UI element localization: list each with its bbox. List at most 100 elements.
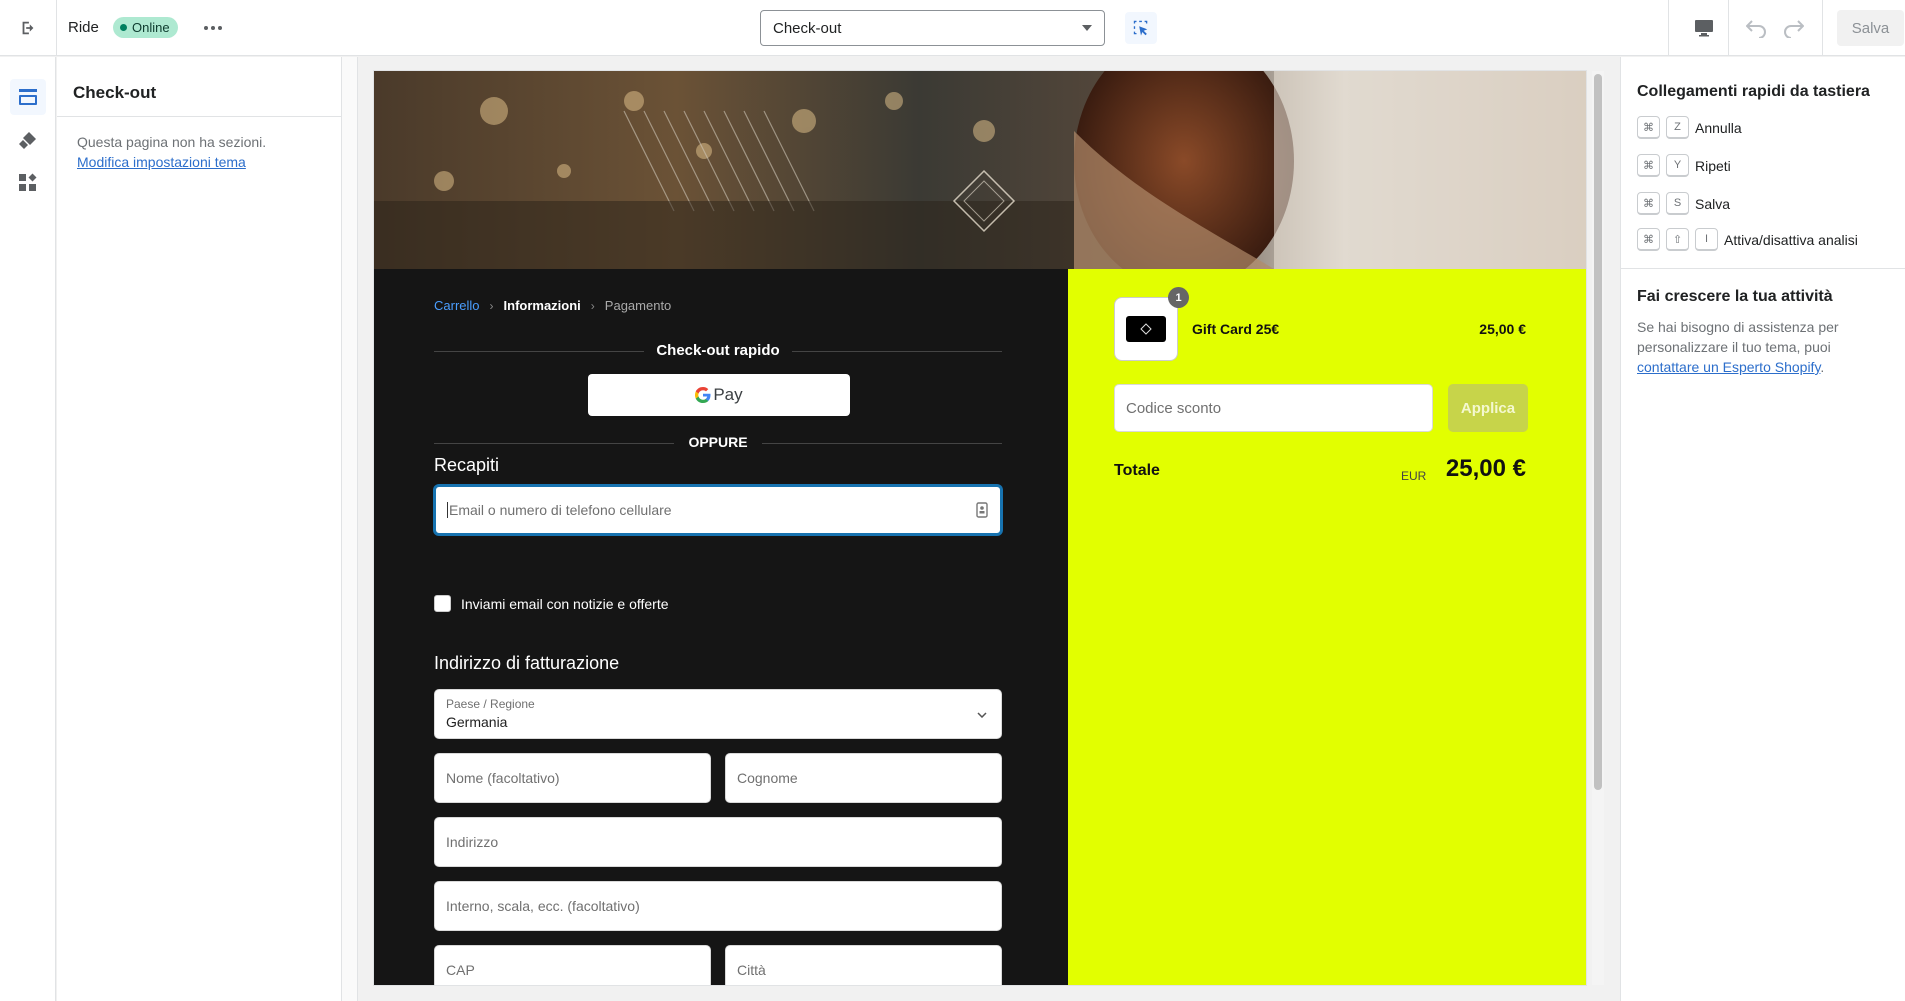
chevron-right-icon: › — [590, 298, 595, 313]
google-g-icon — [695, 387, 711, 403]
theme-settings-icon — [19, 132, 36, 149]
grow-description: Se hai bisogno di assistenza per persona… — [1637, 319, 1839, 355]
more-actions-button[interactable] — [200, 16, 226, 40]
country-select[interactable]: Paese / Regione Germania — [434, 689, 1002, 739]
period: . — [1820, 359, 1825, 375]
contact-heading: Recapiti — [434, 455, 500, 475]
online-dot-icon — [120, 24, 127, 31]
desktop-icon — [1695, 20, 1713, 37]
top-bar: Ride Online Check-out Salva — [0, 0, 1905, 56]
banner-photo — [374, 71, 1586, 269]
z-key: Z — [1666, 116, 1689, 139]
sections-button[interactable] — [10, 79, 46, 115]
city-field[interactable]: Città — [725, 945, 1002, 985]
nav-rail — [0, 57, 56, 1001]
zip-placeholder: CAP — [446, 962, 475, 978]
text-caret — [447, 502, 448, 518]
total-value: 25,00 € — [1445, 455, 1526, 482]
right-panel: Collegamenti rapidi da tastiera ⌘ Z Annu… — [1620, 57, 1905, 1001]
cmd-key: ⌘ — [1637, 116, 1660, 139]
billing-heading: Indirizzo di fatturazione — [434, 653, 620, 673]
breadcrumb: Carrello › Informazioni › Pagamento — [434, 298, 671, 313]
product-thumbnail — [1114, 297, 1178, 361]
email-field[interactable]: Email o numero di telefono cellulare — [434, 485, 1002, 535]
divider — [1621, 268, 1905, 269]
zip-field[interactable]: CAP — [434, 945, 711, 985]
gift-card-icon — [1126, 316, 1166, 342]
sidebar-title: Check-out — [73, 83, 157, 102]
inspector-icon — [1133, 20, 1148, 36]
address2-placeholder: Interno, scala, ecc. (facoltativo) — [446, 898, 640, 914]
status-label: Online — [132, 20, 170, 35]
shopify-expert-link[interactable]: contattare un Esperto Shopify — [1637, 359, 1820, 375]
shortcut-redo: ⌘ Y Ripeti — [1637, 154, 1731, 177]
email-placeholder: Email o numero di telefono cellulare — [449, 502, 672, 518]
address-field[interactable]: Indirizzo — [434, 817, 1002, 867]
store-name: Ride — [68, 19, 99, 36]
divider — [56, 0, 57, 56]
divider — [1728, 0, 1729, 56]
divider — [1668, 0, 1669, 56]
theme-settings-link[interactable]: Modifica impostazioni tema — [77, 154, 246, 170]
apps-button[interactable] — [10, 165, 46, 201]
address-placeholder: Indirizzo — [446, 834, 499, 850]
shortcut-label: Salva — [1695, 195, 1731, 212]
discount-code-field[interactable]: Codice sconto — [1114, 384, 1433, 432]
newsletter-checkbox[interactable] — [434, 595, 451, 612]
divider — [57, 116, 342, 117]
google-pay-label: Pay — [713, 385, 743, 404]
country-label: Paese / Regione — [446, 697, 535, 711]
more-icon — [204, 26, 222, 30]
total-label: Totale — [1114, 462, 1160, 479]
first-name-placeholder: Nome (facoltativo) — [446, 770, 560, 786]
apps-icon — [19, 173, 37, 191]
save-button[interactable]: Salva — [1837, 10, 1904, 46]
express-checkout-title: Check-out rapido — [434, 342, 1002, 359]
shift-key: ⇧ — [1666, 228, 1689, 251]
desktop-preview-button[interactable] — [1690, 14, 1718, 42]
address2-field[interactable]: Interno, scala, ecc. (facoltativo) — [434, 881, 1002, 931]
sidebar: Check-out Questa pagina non ha sezioni. … — [57, 57, 342, 1001]
apply-discount-button[interactable]: Applica — [1448, 384, 1528, 432]
banner-image — [374, 71, 1586, 269]
exit-button[interactable] — [14, 14, 42, 42]
product-price: 25,00 € — [1479, 321, 1526, 337]
shortcut-inspector: ⌘ ⇧ I Attiva/disattiva analisi — [1637, 228, 1858, 251]
cmd-key: ⌘ — [1637, 228, 1660, 251]
preview-scrollbar-thumb[interactable] — [1594, 74, 1602, 790]
checkout-preview: Carrello › Informazioni › Pagamento Chec… — [374, 71, 1586, 985]
redo-icon — [1784, 20, 1804, 38]
page-select-value: Check-out — [773, 19, 842, 37]
newsletter-row: Inviami email con notizie e offerte — [434, 595, 669, 612]
shortcut-undo: ⌘ Z Annulla — [1637, 116, 1742, 139]
breadcrumb-information: Informazioni — [503, 298, 581, 313]
undo-button[interactable] — [1743, 14, 1771, 42]
grow-text: Se hai bisogno di assistenza per persona… — [1637, 317, 1887, 377]
sidebar-scrollbar[interactable] — [342, 57, 358, 1001]
shortcut-label: Attiva/disattiva analisi — [1724, 231, 1858, 248]
shortcut-label: Ripeti — [1695, 157, 1731, 174]
first-name-field[interactable]: Nome (facoltativo) — [434, 753, 711, 803]
s-key: S — [1666, 192, 1689, 215]
inspector-button[interactable] — [1125, 12, 1157, 44]
chevron-down-icon — [977, 712, 987, 718]
contact-card-icon — [976, 502, 988, 518]
redo-button[interactable] — [1779, 14, 1807, 42]
breadcrumb-cart[interactable]: Carrello — [434, 298, 480, 313]
i-key: I — [1695, 228, 1718, 251]
page-select[interactable]: Check-out — [760, 10, 1105, 46]
grow-title: Fai crescere la tua attività — [1637, 288, 1833, 305]
undo-icon — [1746, 20, 1766, 38]
last-name-field[interactable]: Cognome — [725, 753, 1002, 803]
last-name-placeholder: Cognome — [737, 770, 798, 786]
y-key: Y — [1666, 154, 1689, 177]
theme-settings-button[interactable] — [10, 122, 46, 158]
chevron-right-icon: › — [489, 298, 494, 313]
cmd-key: ⌘ — [1637, 192, 1660, 215]
shortcuts-title: Collegamenti rapidi da tastiera — [1637, 83, 1870, 100]
empty-sections-text: Questa pagina non ha sezioni. — [77, 134, 267, 150]
country-value: Germania — [446, 714, 508, 730]
google-pay-button[interactable]: Pay — [588, 374, 850, 416]
chevron-down-icon — [1082, 25, 1092, 31]
divider — [1822, 0, 1823, 56]
